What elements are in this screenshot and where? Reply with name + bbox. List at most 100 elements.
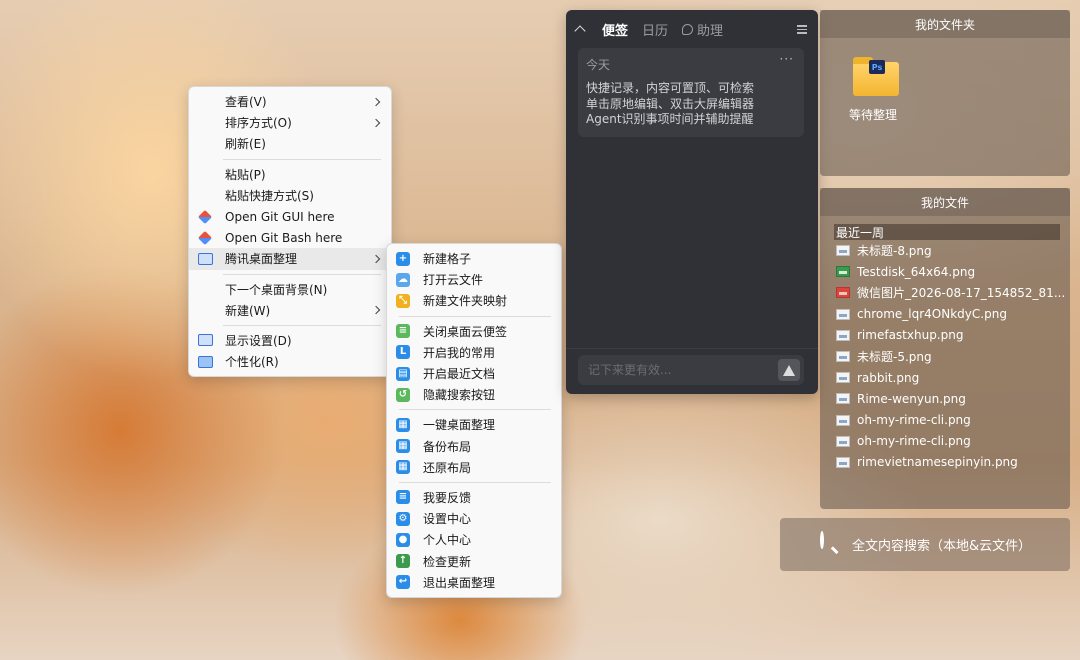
submenu-hide-search[interactable]: ↺ 隐藏搜索按钮: [387, 384, 561, 405]
exit-icon: ↩: [396, 575, 410, 590]
send-button[interactable]: [778, 359, 800, 381]
submenu-one-click-organize[interactable]: ▦ 一键桌面整理: [387, 414, 561, 435]
menu-item-display-settings[interactable]: 显示设置(D): [189, 330, 391, 351]
organize-icon: ▦: [396, 417, 410, 432]
recent-week-header: 最近一周: [834, 224, 1060, 240]
file-item[interactable]: chrome_lqr4ONkdyC.png: [820, 304, 1070, 325]
user-icon: ●: [396, 532, 410, 547]
submenu-exit[interactable]: ↩ 退出桌面整理: [387, 572, 561, 593]
star-icon: L: [396, 345, 410, 360]
tab-assistant[interactable]: 助理: [682, 20, 723, 39]
full-text-search-button[interactable]: 全文内容搜索（本地&云文件）: [780, 518, 1070, 571]
cloud-icon: ☁: [396, 272, 410, 287]
submenu-close-notes[interactable]: ≡ 关闭桌面云便签: [387, 321, 561, 342]
desktop-context-menu: 查看(V) 排序方式(O) 刷新(E) 粘贴(P) 粘贴快捷方式(S) Open…: [188, 86, 392, 378]
file-item[interactable]: oh-my-rime-cli.png: [820, 410, 1070, 431]
menu-divider: [399, 409, 551, 411]
fence-title[interactable]: 我的文件夹: [820, 10, 1070, 38]
chevron-right-icon: [371, 97, 381, 106]
notes-header: 便签 日历 助理: [566, 10, 818, 48]
menu-divider: [399, 481, 551, 483]
submenu-feedback[interactable]: ≡ 我要反馈: [387, 487, 561, 508]
display-settings-icon: [198, 334, 213, 347]
submenu-settings[interactable]: ⚙ 设置中心: [387, 508, 561, 529]
image-file-icon: [836, 372, 850, 384]
my-files-fence: 我的文件 最近一周 未标题-8.png Testdisk_64x64.png 微…: [820, 188, 1070, 509]
file-item[interactable]: 未标题-8.png: [820, 240, 1070, 261]
menu-item-view[interactable]: 查看(V): [189, 91, 391, 112]
note-date: 今天: [586, 58, 611, 72]
photoshop-badge-icon: Ps: [869, 60, 885, 74]
more-options-icon[interactable]: ···: [780, 52, 794, 66]
note-card[interactable]: 今天 ··· 快捷记录，内容可置顶、可检索 单击原地编辑、双击大屏编辑器 Age…: [578, 48, 804, 137]
backup-icon: ▦: [396, 439, 410, 454]
git-icon: [197, 230, 213, 245]
tab-notes[interactable]: 便签: [602, 20, 628, 39]
menu-item-new[interactable]: 新建(W): [189, 300, 391, 321]
folder-icon: Ps: [853, 57, 899, 96]
submenu-folder-map[interactable]: ⤡ 新建文件夹映射: [387, 290, 561, 311]
recent-doc-icon: ▤: [396, 366, 410, 381]
gear-icon: ⚙: [396, 511, 410, 526]
file-item[interactable]: oh-my-rime-cli.png: [820, 431, 1070, 452]
image-file-icon: [836, 456, 850, 468]
sticky-notes-panel: 便签 日历 助理 今天 ··· 快捷记录，内容可置顶、可检索 单击原地编辑、双击…: [566, 10, 818, 394]
file-item[interactable]: 微信图片_2026-08-17_154852_81...: [820, 282, 1070, 303]
hide-search-icon: ↺: [396, 387, 410, 402]
chevron-right-icon: [371, 254, 381, 264]
submenu-check-update[interactable]: ↑ 检查更新: [387, 550, 561, 571]
file-item[interactable]: Testdisk_64x64.png: [820, 261, 1070, 282]
image-file-icon: [836, 266, 850, 278]
image-file-icon: [836, 435, 850, 447]
tencent-desktop-submenu: + 新建格子 ☁ 打开云文件 ⤡ 新建文件夹映射 ≡ 关闭桌面云便签 L 开启我的常用 ▤…: [386, 243, 562, 598]
note-input-box: [578, 355, 804, 385]
submenu-enable-favorites[interactable]: L 开启我的常用: [387, 342, 561, 363]
my-folder-fence: 我的文件夹 Ps 等待整理: [820, 10, 1070, 176]
fence-title[interactable]: 我的文件: [820, 188, 1070, 216]
file-item[interactable]: rabbit.png: [820, 367, 1070, 388]
submenu-profile[interactable]: ● 个人中心: [387, 529, 561, 550]
submenu-open-cloud[interactable]: ☁ 打开云文件: [387, 269, 561, 290]
note-input[interactable]: [588, 363, 768, 377]
image-file-icon: [836, 308, 850, 320]
note-text-line: 快捷记录，内容可置顶、可检索: [586, 81, 755, 95]
menu-item-paste-shortcut[interactable]: 粘贴快捷方式(S): [189, 185, 391, 206]
submenu-restore-layout[interactable]: ▦ 还原布局: [387, 457, 561, 478]
menu-item-paste[interactable]: 粘贴(P): [189, 164, 391, 185]
submenu-backup-layout[interactable]: ▦ 备份布局: [387, 436, 561, 457]
file-list: 未标题-8.png Testdisk_64x64.png 微信图片_2026-0…: [820, 240, 1070, 473]
menu-item-git-gui[interactable]: Open Git GUI here: [189, 206, 391, 227]
file-item[interactable]: 未标题-5.png: [820, 346, 1070, 367]
file-item[interactable]: Rime-wenyun.png: [820, 388, 1070, 409]
file-item[interactable]: rimevietnamesepinyin.png: [820, 452, 1070, 473]
image-file-icon: [836, 414, 850, 426]
image-file-icon: [836, 245, 850, 257]
menu-item-personalize[interactable]: 个性化(R): [189, 351, 391, 372]
personalize-icon: [198, 355, 213, 368]
send-icon: [783, 364, 795, 376]
hamburger-menu-icon[interactable]: [797, 25, 807, 36]
menu-item-refresh[interactable]: 刷新(E): [189, 133, 391, 154]
menu-item-tencent-desktop[interactable]: 腾讯桌面整理: [189, 248, 391, 270]
image-file-icon: [836, 393, 850, 405]
feedback-icon: ≡: [396, 490, 410, 505]
menu-item-sort[interactable]: 排序方式(O): [189, 112, 391, 133]
submenu-new-grid[interactable]: + 新建格子: [387, 248, 561, 269]
menu-item-next-background[interactable]: 下一个桌面背景(N): [189, 279, 391, 300]
note-icon: ≡: [396, 324, 410, 339]
tab-calendar[interactable]: 日历: [642, 20, 668, 39]
chevron-right-icon: [371, 118, 381, 128]
submenu-enable-recent[interactable]: ▤ 开启最近文档: [387, 363, 561, 384]
note-text-line: 单击原地编辑、双击大屏编辑器: [586, 96, 755, 111]
image-file-icon: [836, 351, 850, 363]
menu-item-git-bash[interactable]: Open Git Bash here: [189, 227, 391, 248]
collapse-chevron-icon[interactable]: [574, 25, 586, 37]
search-icon: [820, 531, 840, 554]
notes-divider: [566, 348, 818, 349]
update-icon: ↑: [396, 554, 410, 569]
folder-item-pending[interactable]: Ps 等待整理: [848, 57, 904, 123]
menu-divider: [223, 158, 381, 160]
chevron-right-icon: [371, 306, 381, 315]
menu-divider: [223, 324, 381, 326]
file-item[interactable]: rimefastxhup.png: [820, 325, 1070, 346]
